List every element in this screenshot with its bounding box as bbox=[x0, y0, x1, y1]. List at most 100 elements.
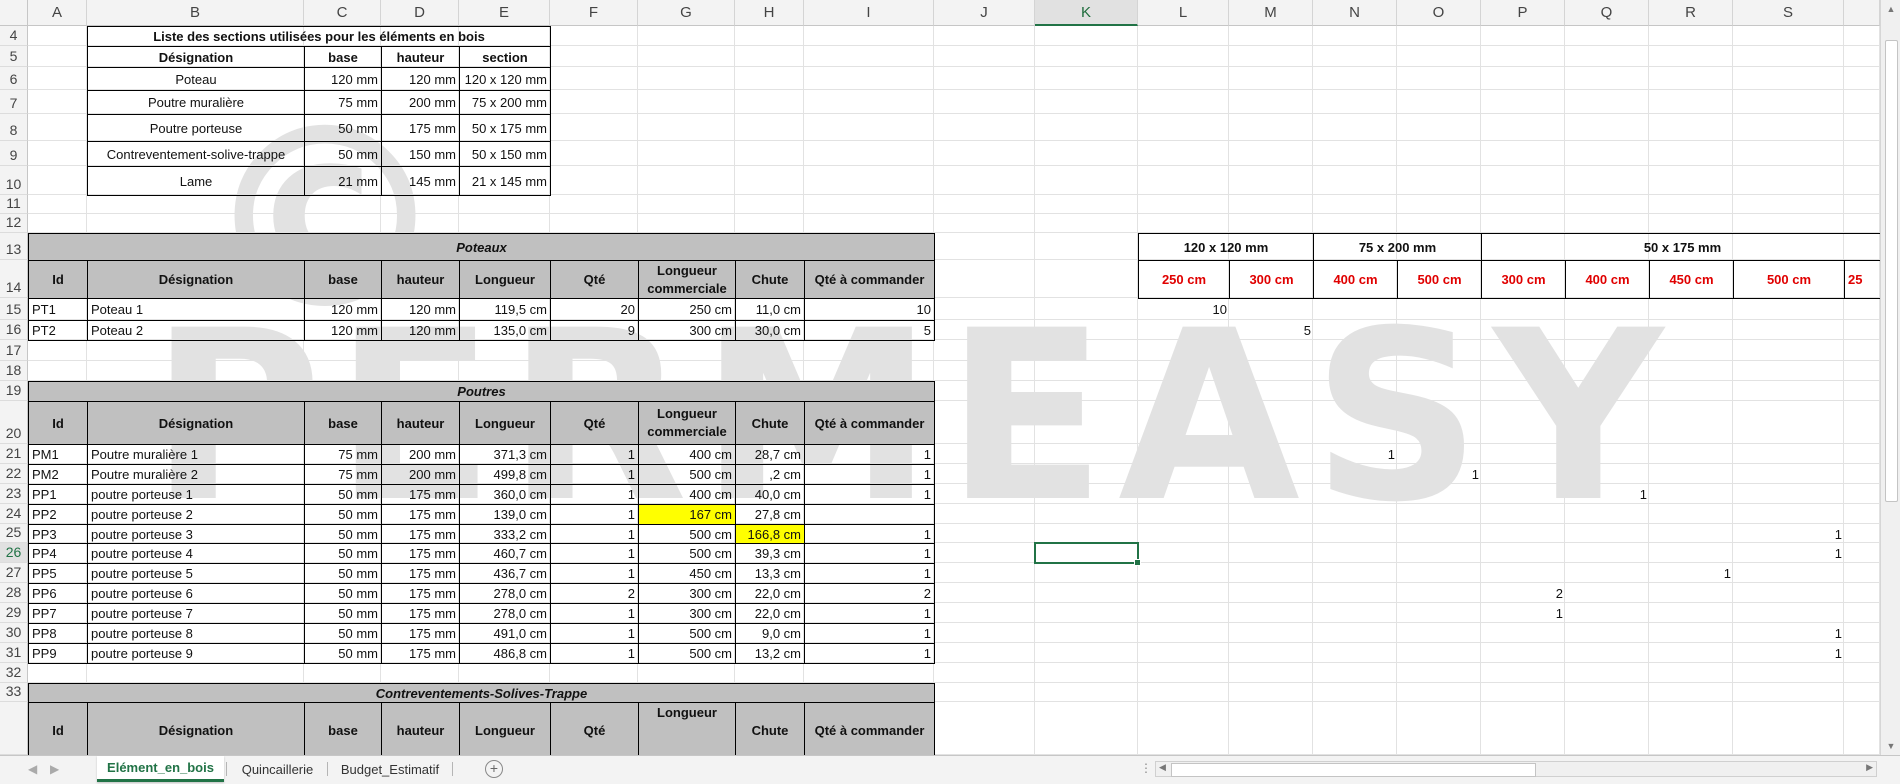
sections-table-cell[interactable]: 145 mm bbox=[381, 166, 460, 196]
add-sheet-icon[interactable]: + bbox=[485, 760, 503, 778]
vertical-scrollbar[interactable]: ▲ ▼ bbox=[1880, 0, 1900, 755]
sections-table-cell[interactable]: Poutre porteuse bbox=[87, 114, 305, 142]
table-header-cell[interactable]: base bbox=[304, 260, 382, 299]
poutres-cell[interactable]: 1 bbox=[550, 444, 639, 465]
sections-table-cell[interactable]: 175 mm bbox=[381, 114, 460, 142]
column-header-c[interactable]: C bbox=[304, 0, 381, 26]
row-header-4[interactable]: 4 bbox=[0, 26, 28, 46]
table-header-cell[interactable]: Id bbox=[28, 702, 88, 755]
poutres-cell[interactable]: 278,0 cm bbox=[459, 583, 551, 604]
poteaux-cell[interactable]: 9 bbox=[550, 320, 639, 341]
poteaux-cell[interactable]: PT1 bbox=[28, 298, 88, 321]
column-header-j[interactable]: J bbox=[934, 0, 1035, 26]
row-header-26[interactable]: 26 bbox=[0, 543, 28, 563]
poutres-cell[interactable]: 175 mm bbox=[381, 484, 460, 505]
table-header-cell[interactable]: Désignation bbox=[87, 702, 305, 755]
sections-table-header[interactable]: hauteur bbox=[381, 46, 460, 68]
table-header-cell[interactable]: hauteur bbox=[381, 260, 460, 299]
section-title[interactable]: Contreventements-Solives-Trappe bbox=[28, 683, 935, 703]
poutres-cell[interactable]: 50 mm bbox=[304, 623, 382, 644]
table-header-cell[interactable]: Longueur bbox=[638, 702, 736, 755]
poutres-cell[interactable]: 167 cm bbox=[638, 504, 736, 525]
poutres-cell[interactable]: 2 bbox=[550, 583, 639, 604]
column-header-a[interactable]: A bbox=[28, 0, 87, 26]
poutres-cell[interactable]: poutre porteuse 5 bbox=[87, 563, 305, 584]
column-header-b[interactable]: B bbox=[87, 0, 304, 26]
poutres-cell[interactable]: PP4 bbox=[28, 543, 88, 564]
row-header-19[interactable]: 19 bbox=[0, 381, 28, 401]
poutres-cell[interactable]: 50 mm bbox=[304, 563, 382, 584]
poutres-cell[interactable]: 175 mm bbox=[381, 583, 460, 604]
right-table-length[interactable]: 300 cm bbox=[1229, 260, 1314, 299]
poteaux-cell[interactable]: 120 mm bbox=[304, 320, 382, 341]
table-header-cell[interactable]: hauteur bbox=[381, 401, 460, 445]
row-header-31[interactable]: 31 bbox=[0, 643, 28, 663]
sheet-tab-quincaillerie[interactable]: Quincaillerie bbox=[229, 756, 326, 782]
right-table-value[interactable]: 1 bbox=[1733, 623, 1845, 644]
poutres-cell[interactable]: 166,8 cm bbox=[735, 524, 805, 544]
right-table-value[interactable]: 10 bbox=[1138, 298, 1230, 321]
poutres-cell[interactable]: 1 bbox=[550, 464, 639, 485]
right-table-length[interactable]: 500 cm bbox=[1733, 260, 1845, 299]
row-header-8[interactable]: 8 bbox=[0, 114, 28, 141]
table-header-cell[interactable]: Longueur bbox=[459, 260, 551, 299]
row-header-23[interactable]: 23 bbox=[0, 484, 28, 504]
poutres-cell[interactable]: 175 mm bbox=[381, 543, 460, 564]
row-header-16[interactable]: 16 bbox=[0, 320, 28, 340]
poteaux-cell[interactable]: PT2 bbox=[28, 320, 88, 341]
table-header-cell[interactable]: Longueur bbox=[459, 702, 551, 755]
sections-table-header[interactable]: Désignation bbox=[87, 46, 305, 68]
poutres-cell[interactable]: 1 bbox=[804, 603, 935, 624]
poutres-cell[interactable] bbox=[804, 504, 935, 525]
row-header-7[interactable]: 7 bbox=[0, 90, 28, 114]
poteaux-cell[interactable]: 11,0 cm bbox=[735, 298, 805, 321]
sections-table-cell[interactable]: 120 mm bbox=[381, 67, 460, 91]
poutres-cell[interactable]: PP2 bbox=[28, 504, 88, 525]
row-header-14[interactable]: 14 bbox=[0, 260, 28, 298]
right-table-length[interactable]: 400 cm bbox=[1313, 260, 1398, 299]
column-header-l[interactable]: L bbox=[1138, 0, 1229, 26]
poteaux-cell[interactable]: 120 mm bbox=[381, 298, 460, 321]
poutres-cell[interactable]: 50 mm bbox=[304, 484, 382, 505]
poteaux-cell[interactable]: Poteau 1 bbox=[87, 298, 305, 321]
poutres-cell[interactable]: 500 cm bbox=[638, 543, 736, 564]
right-table-length[interactable]: 450 cm bbox=[1649, 260, 1734, 299]
sections-table-cell[interactable]: 21 mm bbox=[304, 166, 382, 196]
poutres-cell[interactable]: 1 bbox=[550, 643, 639, 664]
active-cell-selection[interactable] bbox=[1034, 542, 1141, 566]
row-header-25[interactable]: 25 bbox=[0, 524, 28, 543]
poutres-cell[interactable]: 1 bbox=[550, 543, 639, 564]
poutres-cell[interactable]: 1 bbox=[804, 464, 935, 485]
sections-table-cell[interactable]: 75 x 200 mm bbox=[459, 90, 551, 115]
table-header-cell[interactable]: Désignation bbox=[87, 401, 305, 445]
poutres-cell[interactable]: PM1 bbox=[28, 444, 88, 465]
row-header-17[interactable]: 17 bbox=[0, 340, 28, 361]
table-header-cell[interactable]: Longueur commerciale bbox=[638, 260, 736, 299]
table-header-cell[interactable]: hauteur bbox=[381, 702, 460, 755]
row-header-32[interactable]: 32 bbox=[0, 663, 28, 683]
poutres-cell[interactable]: 50 mm bbox=[304, 504, 382, 525]
column-header-f[interactable]: F bbox=[550, 0, 638, 26]
right-table-length[interactable]: 300 cm bbox=[1481, 260, 1566, 299]
sections-table-cell[interactable]: 50 mm bbox=[304, 114, 382, 142]
poutres-cell[interactable]: 1 bbox=[550, 504, 639, 525]
poutres-cell[interactable]: 22,0 cm bbox=[735, 603, 805, 624]
table-header-cell[interactable]: Id bbox=[28, 260, 88, 299]
tab-prev-icon[interactable]: ◀ bbox=[28, 762, 37, 776]
tab-next-icon[interactable]: ▶ bbox=[50, 762, 59, 776]
row-header-12[interactable]: 12 bbox=[0, 214, 28, 233]
poutres-cell[interactable]: 491,0 cm bbox=[459, 623, 551, 644]
poutres-cell[interactable]: 50 mm bbox=[304, 643, 382, 664]
poutres-cell[interactable]: 50 mm bbox=[304, 524, 382, 544]
poutres-cell[interactable]: poutre porteuse 2 bbox=[87, 504, 305, 525]
row-header-5[interactable]: 5 bbox=[0, 46, 28, 67]
poutres-cell[interactable]: poutre porteuse 4 bbox=[87, 543, 305, 564]
poutres-cell[interactable]: 360,0 cm bbox=[459, 484, 551, 505]
poutres-cell[interactable]: 9,0 cm bbox=[735, 623, 805, 644]
poutres-cell[interactable]: 1 bbox=[804, 444, 935, 465]
poutres-cell[interactable]: 200 mm bbox=[381, 444, 460, 465]
poutres-cell[interactable]: 175 mm bbox=[381, 504, 460, 525]
row-header-13[interactable]: 13 bbox=[0, 233, 28, 260]
poutres-cell[interactable]: 13,2 cm bbox=[735, 643, 805, 664]
right-table-value[interactable]: 1 bbox=[1565, 484, 1650, 505]
